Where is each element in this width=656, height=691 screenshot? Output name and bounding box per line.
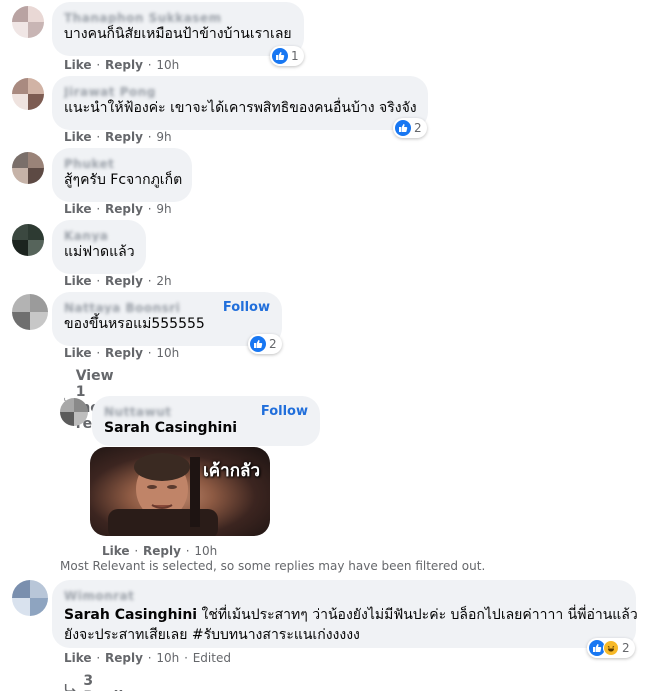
timestamp[interactable]: 9h <box>156 130 171 144</box>
timestamp[interactable]: 10h <box>156 346 179 360</box>
reply-arrow-icon <box>64 683 76 691</box>
like-link[interactable]: Like <box>64 202 92 216</box>
comment-author[interactable]: Nuttawut Kaewmanee Srisuk <box>104 404 255 418</box>
like-link[interactable]: Like <box>102 544 130 558</box>
comment-actions: Like · Reply · 10h · Edited <box>64 651 231 665</box>
comment-actions: Like · Reply · 9h <box>64 202 172 216</box>
timestamp[interactable]: 10h <box>156 651 179 665</box>
reaction-count[interactable]: 1 <box>270 46 304 66</box>
reply-link[interactable]: Reply <box>105 58 143 72</box>
comment-author[interactable]: Wimonrat Thongdee <box>64 588 194 602</box>
reaction-count[interactable]: 2 <box>248 334 282 354</box>
like-link[interactable]: Like <box>64 651 92 665</box>
haha-reaction-icon <box>603 640 619 656</box>
edited-label: Edited <box>192 651 231 665</box>
avatar[interactable] <box>12 580 48 616</box>
timestamp[interactable]: 9h <box>156 202 171 216</box>
avatar[interactable] <box>12 6 44 38</box>
comment-actions: Like · Reply · 10h <box>64 346 180 360</box>
comment-text: สู้ๆครับ Fcจากภูเก็ต <box>64 172 183 188</box>
reaction-count[interactable]: 2 <box>393 118 427 138</box>
avatar[interactable] <box>12 78 44 110</box>
comment-author[interactable]: Kanya Mee <box>64 228 134 242</box>
comment-text: แนะนำให้ฟ้องค่ะ เขาจะได้เคารพสิทธิของคนอ… <box>64 100 417 116</box>
reply-link[interactable]: Reply <box>105 130 143 144</box>
comment-actions: Like · Reply · 2h <box>64 274 172 288</box>
timestamp[interactable]: 2h <box>156 274 171 288</box>
reply-link[interactable]: Reply <box>143 544 181 558</box>
like-reaction-icon <box>395 120 411 136</box>
filter-notice: Most Relevant is selected, so some repli… <box>60 559 486 573</box>
comment-author[interactable]: Nattaya Boonsri Chaiyaporn <box>64 300 217 314</box>
comment-bubble: Phuket Nongnuch สู้ๆครับ Fcจากภูเก็ต <box>52 148 192 202</box>
avatar[interactable] <box>12 152 44 184</box>
comment-bubble: Thanaphon Sukkasem บางคนก็นิสัยเหมือนป้า… <box>52 2 304 56</box>
gif-caption: เค้ากลัว <box>203 461 260 481</box>
view-replies[interactable]: 3 Replies <box>64 673 144 691</box>
comment-author[interactable]: Phuket Nongnuch <box>64 156 180 170</box>
mention-tag[interactable]: Sarah Casinghini <box>64 607 197 623</box>
replies-label[interactable]: 3 Replies <box>83 673 143 691</box>
like-link[interactable]: Like <box>64 346 92 360</box>
comment-actions: Like · Reply · 9h <box>64 130 172 144</box>
avatar[interactable] <box>12 294 48 330</box>
like-link[interactable]: Like <box>64 274 92 288</box>
like-reaction-icon <box>250 336 266 352</box>
reply-link[interactable]: Reply <box>105 202 143 216</box>
reply-link[interactable]: Reply <box>105 346 143 360</box>
follow-button[interactable]: Follow <box>223 300 270 315</box>
reaction-gif[interactable]: เค้ากลัว <box>90 447 270 536</box>
comment-bubble: Wimonrat Thongdee Sarah Casinghini ใช่ที… <box>52 580 638 648</box>
like-reaction-icon <box>272 48 288 64</box>
reaction-count[interactable]: 2 <box>587 638 635 658</box>
reaction-number: 2 <box>622 641 630 655</box>
reaction-number: 2 <box>269 337 277 351</box>
comment-text: ยังจะประสาทเสียเลย #รับบทนางสาระแนเก่งงง… <box>64 627 360 643</box>
comment-bubble: Nattaya Boonsri Chaiyaporn Follow ของขึ้… <box>52 292 282 346</box>
comment-actions: Like · Reply · 10h <box>102 544 218 558</box>
comment-author[interactable]: Thanaphon Sukkasem <box>64 10 292 24</box>
timestamp[interactable]: 10h <box>194 544 217 558</box>
comment-actions: Like · Reply · 10h <box>64 58 180 72</box>
reply-link[interactable]: Reply <box>105 651 143 665</box>
like-link[interactable]: Like <box>64 58 92 72</box>
comment-text: แม่ฟาดแล้ว <box>64 244 135 260</box>
comment-bubble: Kanya Mee แม่ฟาดแล้ว <box>52 220 146 274</box>
like-link[interactable]: Like <box>64 130 92 144</box>
comment-text: ใช่ที่เม้นประสาทๆ ว่าน้องยังไม่มีฟันปะค่… <box>197 607 638 623</box>
comment-text: บางคนก็นิสัยเหมือนป้าข้างบ้านเราเลย <box>64 26 292 42</box>
comment-bubble: Nuttawut Kaewmanee Srisuk Follow Sarah C… <box>92 396 320 446</box>
mention-tag[interactable]: Sarah Casinghini <box>104 418 308 438</box>
follow-button[interactable]: Follow <box>261 404 308 419</box>
reply-link[interactable]: Reply <box>105 274 143 288</box>
comment-text: ของขึ้นหรอแม่555555 <box>64 316 205 332</box>
avatar[interactable] <box>60 398 88 426</box>
comment-bubble: Jirawat Pong แนะนำให้ฟ้องค่ะ เขาจะได้เคา… <box>52 76 428 130</box>
avatar[interactable] <box>12 224 44 256</box>
reaction-number: 1 <box>291 49 299 63</box>
reaction-number: 2 <box>414 121 422 135</box>
timestamp[interactable]: 10h <box>156 58 179 72</box>
comment-author[interactable]: Jirawat Pong <box>64 84 416 98</box>
